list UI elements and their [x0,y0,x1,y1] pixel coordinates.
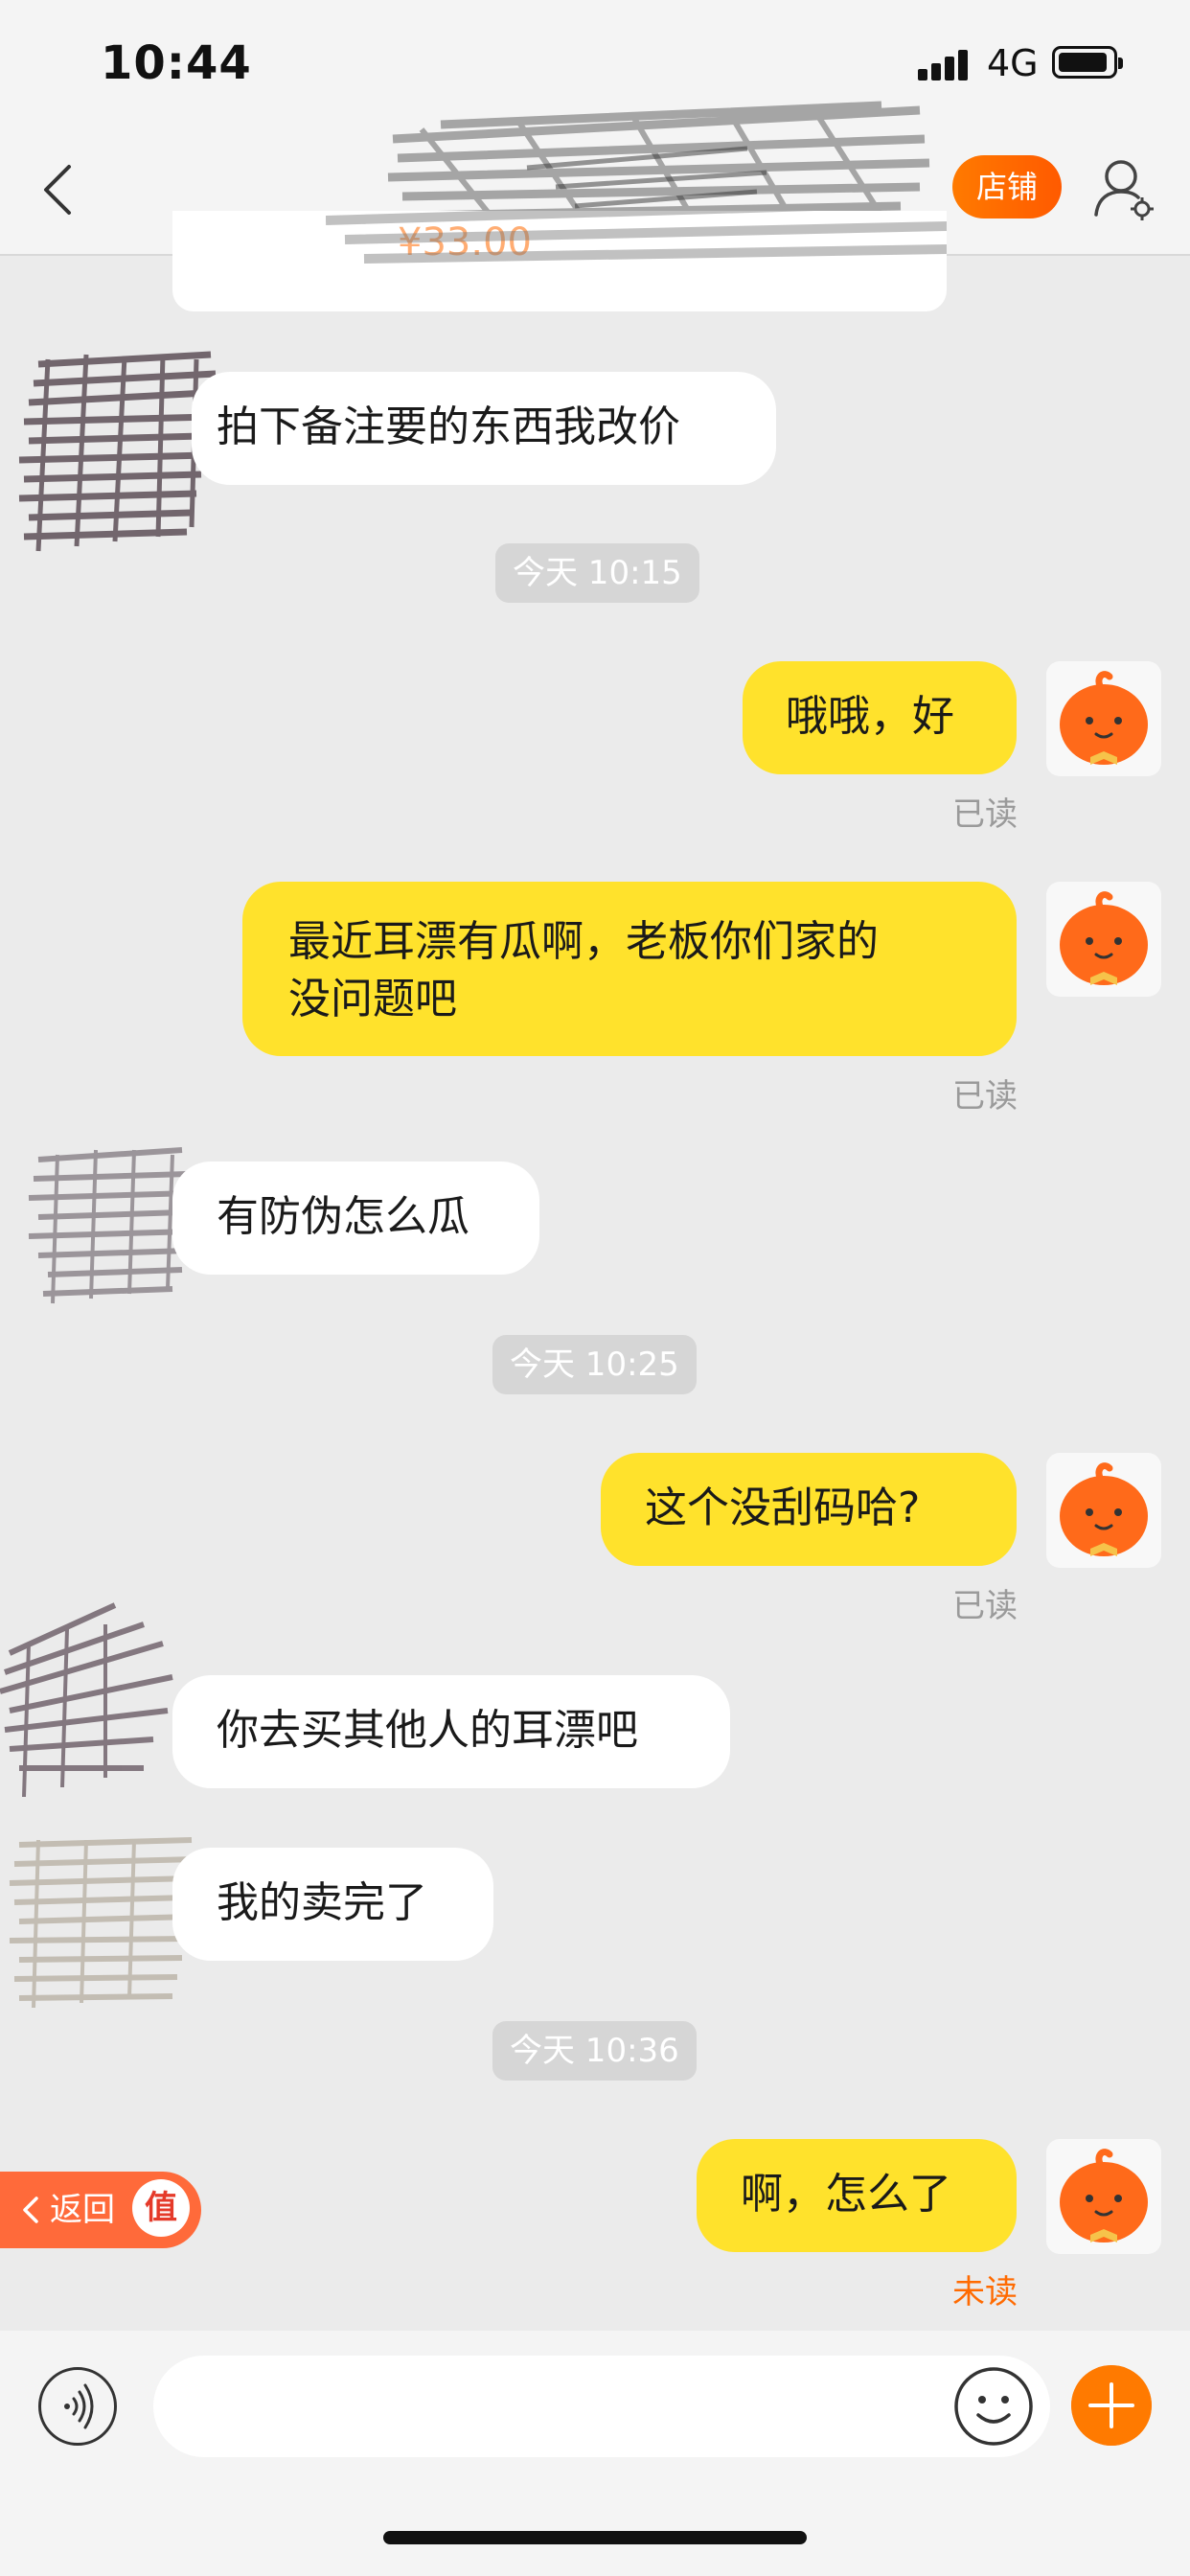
return-floating-button[interactable]: 返回 值 [0,2172,201,2248]
timestamp: 今天 10:25 [492,1335,697,1394]
store-button[interactable]: 店铺 [952,155,1062,218]
product-card[interactable]: ¥33.00 [172,211,947,311]
read-status: 已读 [952,1587,1018,1625]
pumpkin-avatar-icon [1060,2149,1148,2242]
timestamp: 今天 10:36 [492,2021,697,2081]
message-text: 哦哦，好 [786,692,954,741]
message-bubble-seller[interactable]: 我的卖完了 [172,1848,493,1961]
add-plus-icon[interactable] [1071,2365,1152,2446]
message-bubble-me[interactable]: 啊，怎么了 [697,2139,1017,2252]
status-time: 10:44 [101,36,252,90]
emoji-icon[interactable] [952,2365,1035,2448]
message-text: 你去买其他人的耳漂吧 [217,1706,638,1755]
voice-button[interactable] [38,2367,117,2446]
user-settings-icon[interactable] [1092,155,1156,220]
unread-status: 未读 [952,2273,1018,2312]
message-text: 有防伪怎么瓜 [217,1192,469,1241]
message-bubble-seller[interactable]: 拍下备注要的东西我改价 [192,372,776,485]
chat-screen: 10:44 4G 店铺 ¥33.00 拍下备注要的东西我改价 今天 10:15 … [0,0,1190,2576]
read-status: 已读 [952,1077,1018,1116]
my-avatar[interactable] [1046,2139,1161,2254]
message-text: 我的卖完了 [217,1878,427,1927]
voice-wave-icon [64,2383,94,2429]
message-text: 啊，怎么了 [741,2170,951,2219]
message-bubble-seller[interactable]: 你去买其他人的耳漂吧 [172,1675,730,1788]
message-bubble-seller[interactable]: 有防伪怎么瓜 [172,1162,539,1275]
message-bubble-me[interactable]: 哦哦，好 [743,661,1017,774]
message-bubble-me[interactable]: 这个没刮码哈? [601,1453,1017,1566]
return-label: 返回 [50,2191,115,2229]
pumpkin-avatar-icon [1060,1462,1148,1556]
message-bubble-me[interactable]: 最近耳漂有瓜啊，老板你们家的 没问题吧 [242,882,1017,1056]
pumpkin-avatar-icon [1060,891,1148,985]
message-text-line: 没问题吧 [288,975,457,1024]
my-avatar[interactable] [1046,1453,1161,1568]
timestamp: 今天 10:15 [495,543,699,603]
my-avatar[interactable] [1046,882,1161,997]
network-type: 4G [987,42,1039,84]
message-text: 拍下备注要的东西我改价 [217,402,680,451]
pumpkin-avatar-icon [1060,671,1148,765]
message-text-line: 最近耳漂有瓜啊，老板你们家的 [288,917,879,966]
back-arrow-icon[interactable] [36,163,84,217]
chevron-left-icon [23,2196,38,2223]
read-status: 已读 [952,795,1018,834]
message-input[interactable] [153,2356,1050,2457]
redaction-scribble [326,211,947,264]
seller-avatar-redacted [18,351,217,552]
home-indicator [383,2531,807,2544]
zhi-badge-icon: 值 [132,2179,190,2237]
my-avatar[interactable] [1046,661,1161,776]
battery-icon [1052,46,1123,79]
message-text: 这个没刮码哈? [645,1484,921,1532]
